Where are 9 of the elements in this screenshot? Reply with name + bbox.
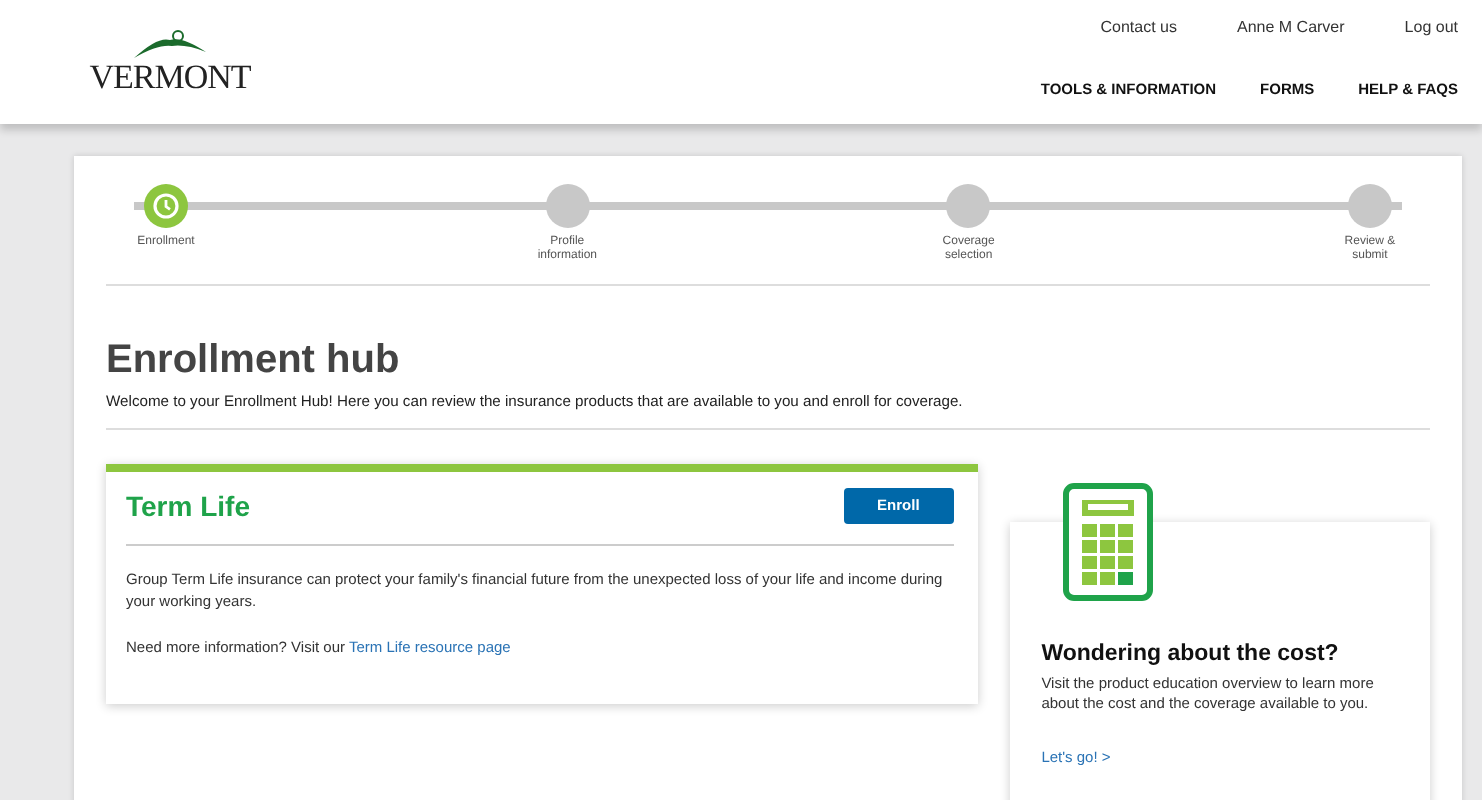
mountain-logo-icon (130, 28, 210, 60)
product-title: Term Life (126, 489, 250, 522)
utility-link[interactable]: Log out (1404, 18, 1458, 36)
cost-title: Wondering about the cost? (1041, 641, 1341, 666)
clock-icon (152, 192, 180, 220)
utility-link[interactable]: Anne M Carver (1237, 18, 1345, 36)
page-title: Enrollment hub (106, 337, 402, 384)
logo-text: VERMONT (89, 60, 251, 94)
utility-link[interactable]: Contact us (1100, 18, 1177, 36)
